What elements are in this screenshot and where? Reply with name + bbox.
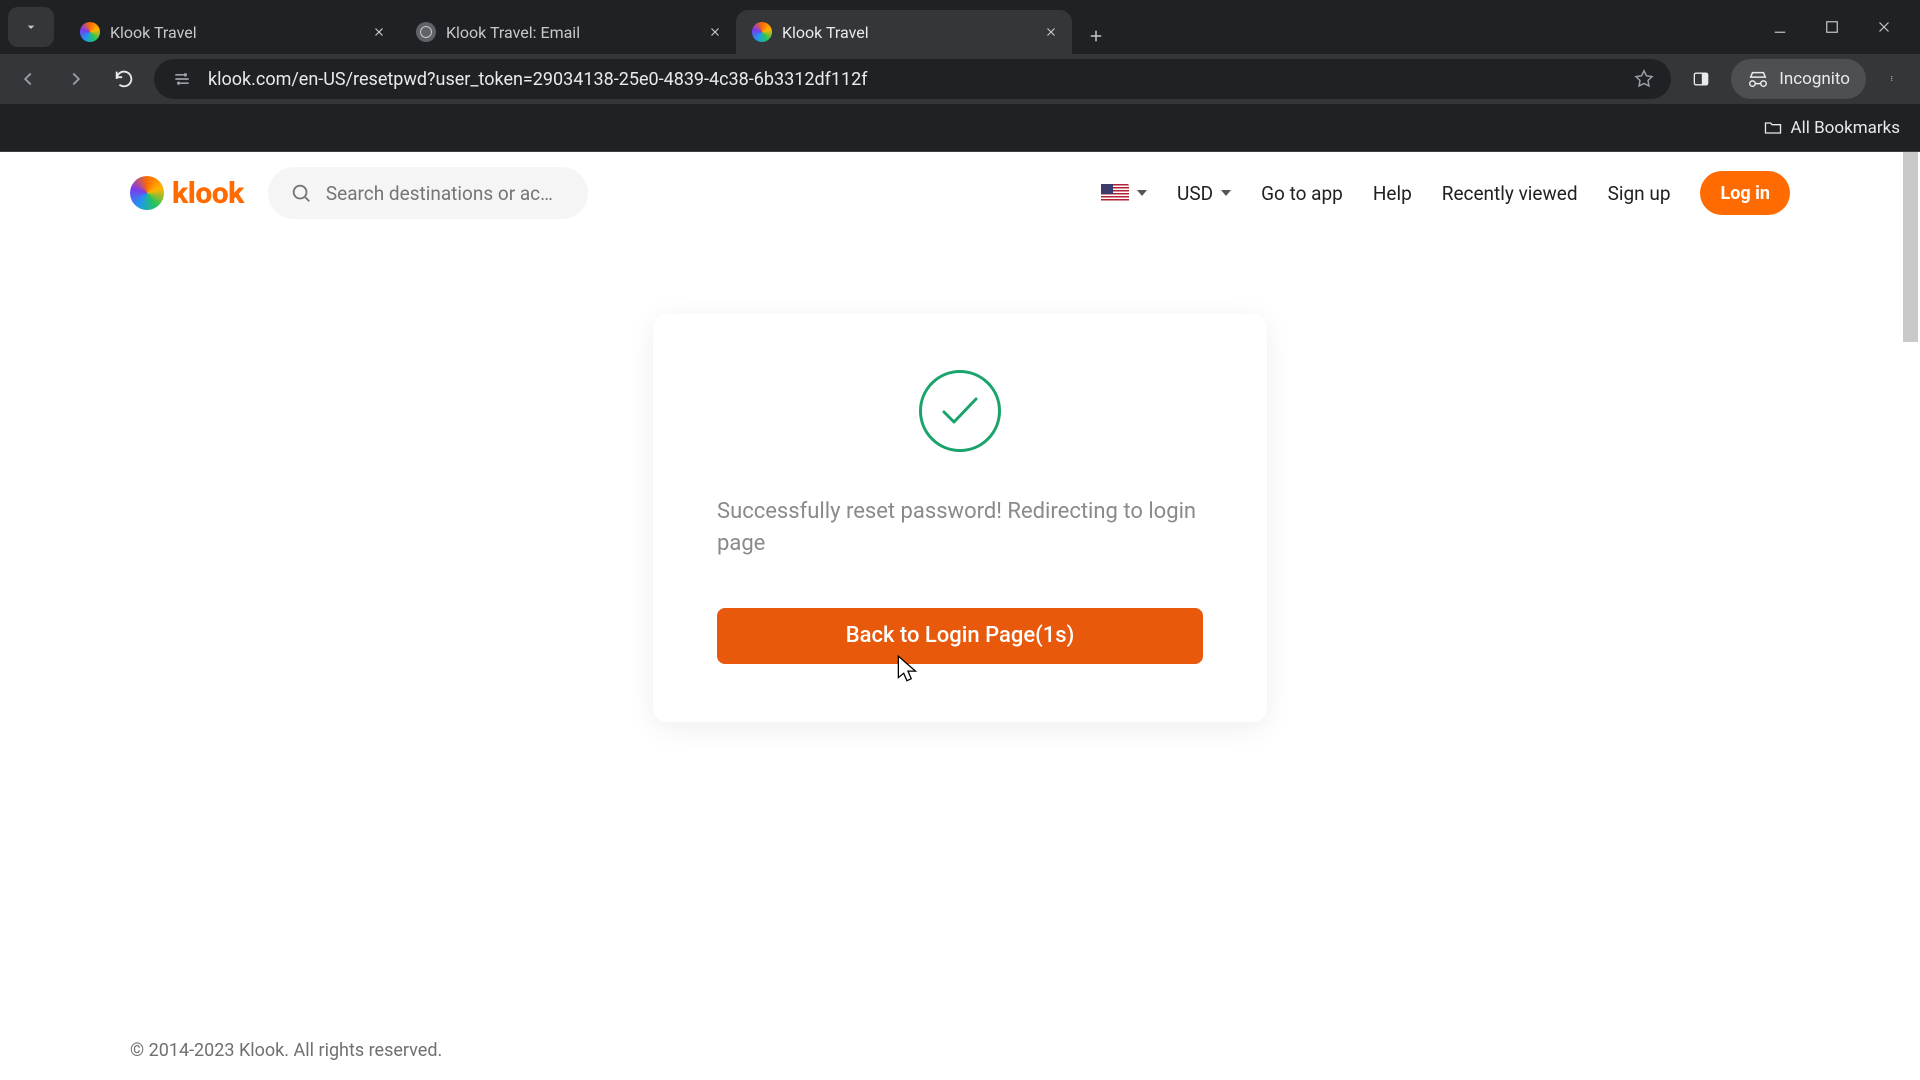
reload-icon bbox=[113, 68, 135, 90]
caret-down-icon bbox=[1137, 190, 1147, 196]
tab-close-button[interactable] bbox=[370, 23, 388, 41]
nav-back-button[interactable] bbox=[10, 61, 46, 97]
arrow-left-icon bbox=[17, 68, 39, 90]
tab-close-button[interactable] bbox=[706, 23, 724, 41]
logo-wordmark: klook bbox=[172, 176, 244, 211]
plus-icon bbox=[1087, 27, 1105, 45]
incognito-label: Incognito bbox=[1779, 69, 1850, 89]
address-bar: klook.com/en-US/resetpwd?user_token=2903… bbox=[0, 54, 1920, 104]
incognito-chip[interactable]: Incognito bbox=[1731, 59, 1866, 99]
bookmarks-bar: All Bookmarks bbox=[0, 104, 1920, 152]
window-controls bbox=[1768, 15, 1912, 39]
nav-help[interactable]: Help bbox=[1373, 182, 1412, 205]
tab-title: Klook Travel: Email bbox=[446, 23, 696, 42]
chevron-down-icon bbox=[23, 19, 39, 35]
favicon-klook-icon bbox=[80, 22, 100, 42]
folder-icon bbox=[1763, 118, 1783, 138]
site-info-button[interactable] bbox=[170, 67, 194, 91]
site-header: klook Search destinations or ac… USD Go … bbox=[0, 152, 1920, 234]
nav-go-to-app[interactable]: Go to app bbox=[1261, 182, 1343, 205]
tab-title: Klook Travel bbox=[110, 23, 360, 42]
new-tab-button[interactable] bbox=[1078, 18, 1114, 54]
currency-selector[interactable]: USD bbox=[1177, 182, 1231, 205]
tab-close-button[interactable] bbox=[1042, 23, 1060, 41]
nav-recently-viewed[interactable]: Recently viewed bbox=[1442, 182, 1578, 205]
panel-icon bbox=[1691, 69, 1711, 89]
success-message: Successfully reset password! Redirecting… bbox=[717, 496, 1203, 560]
tab-strip: Klook Travel Klook Travel: Email Klook T… bbox=[64, 0, 1114, 54]
tab-2[interactable]: Klook Travel: Email bbox=[400, 10, 736, 54]
logo-mark-icon bbox=[130, 176, 164, 210]
search-icon bbox=[290, 182, 312, 204]
kebab-icon bbox=[1891, 69, 1897, 89]
all-bookmarks-label: All Bookmarks bbox=[1791, 118, 1900, 138]
browser-menu-button[interactable] bbox=[1878, 61, 1910, 97]
site-logo[interactable]: klook bbox=[130, 176, 244, 211]
star-icon bbox=[1633, 68, 1655, 90]
header-nav: USD Go to app Help Recently viewed Sign … bbox=[1101, 171, 1790, 215]
incognito-icon bbox=[1747, 68, 1769, 90]
side-panel-button[interactable] bbox=[1683, 61, 1719, 97]
tab-search-button[interactable] bbox=[8, 7, 54, 47]
close-icon bbox=[1044, 25, 1058, 39]
success-check-icon bbox=[919, 370, 1001, 452]
window-minimize-button[interactable] bbox=[1768, 15, 1792, 39]
language-selector[interactable] bbox=[1101, 184, 1147, 203]
maximize-icon bbox=[1823, 18, 1841, 36]
flag-us-icon bbox=[1101, 184, 1129, 203]
back-to-login-button[interactable]: Back to Login Page(1s) bbox=[717, 608, 1203, 664]
copyright-text: © 2014-2023 Klook. All rights reserved. bbox=[130, 1040, 442, 1061]
scrollbar-thumb[interactable] bbox=[1903, 152, 1918, 342]
omnibox[interactable]: klook.com/en-US/resetpwd?user_token=2903… bbox=[154, 59, 1671, 99]
site-footer: © 2014-2023 Klook. All rights reserved. bbox=[0, 1020, 1920, 1080]
browser-titlebar: Klook Travel Klook Travel: Email Klook T… bbox=[0, 0, 1920, 54]
tab-1[interactable]: Klook Travel bbox=[64, 10, 400, 54]
success-card: Successfully reset password! Redirecting… bbox=[653, 314, 1267, 722]
content-area: Successfully reset password! Redirecting… bbox=[0, 234, 1920, 1020]
tab-title: Klook Travel bbox=[782, 23, 1032, 42]
caret-down-icon bbox=[1221, 190, 1231, 196]
minimize-icon bbox=[1771, 18, 1789, 36]
tune-icon bbox=[172, 69, 192, 89]
nav-sign-up[interactable]: Sign up bbox=[1608, 182, 1671, 205]
currency-label: USD bbox=[1177, 182, 1213, 205]
login-label: Log in bbox=[1720, 183, 1770, 204]
window-close-button[interactable] bbox=[1872, 15, 1896, 39]
close-icon bbox=[372, 25, 386, 39]
all-bookmarks-button[interactable]: All Bookmarks bbox=[1763, 118, 1900, 138]
favicon-klook-icon bbox=[752, 22, 772, 42]
nav-reload-button[interactable] bbox=[106, 61, 142, 97]
url-text: klook.com/en-US/resetpwd?user_token=2903… bbox=[208, 69, 1619, 90]
arrow-right-icon bbox=[65, 68, 87, 90]
site-search[interactable]: Search destinations or ac… bbox=[268, 167, 588, 219]
search-placeholder: Search destinations or ac… bbox=[326, 182, 553, 205]
login-button[interactable]: Log in bbox=[1700, 171, 1790, 215]
cta-label: Back to Login Page(1s) bbox=[846, 623, 1075, 648]
vertical-scrollbar[interactable] bbox=[1903, 152, 1918, 1080]
page-viewport: klook Search destinations or ac… USD Go … bbox=[0, 152, 1920, 1080]
window-maximize-button[interactable] bbox=[1820, 15, 1844, 39]
close-icon bbox=[708, 25, 722, 39]
bookmark-star-button[interactable] bbox=[1633, 68, 1655, 90]
tab-3-active[interactable]: Klook Travel bbox=[736, 10, 1072, 54]
close-icon bbox=[1875, 18, 1893, 36]
favicon-globe-icon bbox=[416, 22, 436, 42]
nav-forward-button[interactable] bbox=[58, 61, 94, 97]
